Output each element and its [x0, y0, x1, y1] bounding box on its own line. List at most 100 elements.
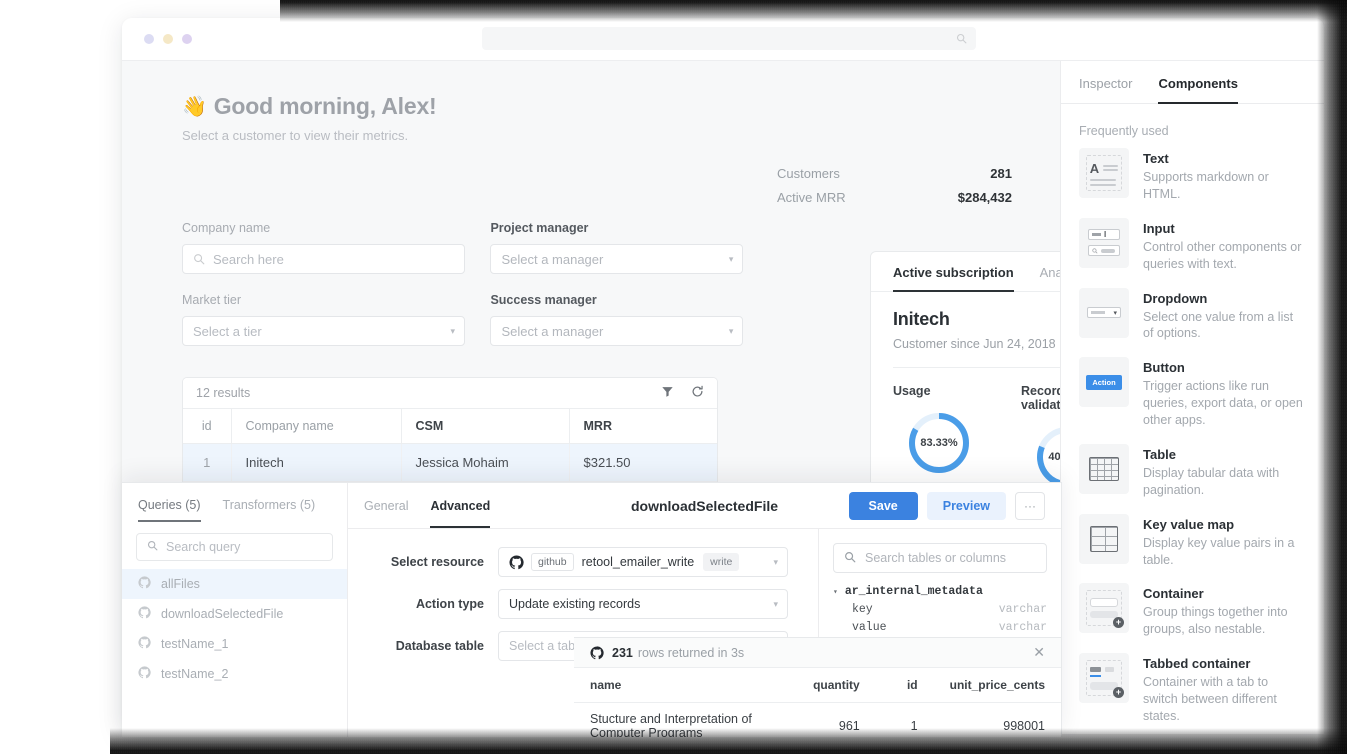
results-cell-name: Stucture and Interpretation of Computer …: [590, 712, 752, 737]
query-results-panel: 231 rows returned in 3s ✕ name quantity …: [574, 637, 1061, 737]
query-search-input[interactable]: Search query: [136, 533, 333, 561]
component-description: Container with a tab to switch between d…: [1143, 675, 1277, 723]
results-column-quantity[interactable]: quantity: [783, 668, 876, 703]
table-row[interactable]: 1 Initech Jessica Mohaim $321.50: [183, 443, 717, 482]
dropdown-component-icon: ▾: [1079, 287, 1129, 338]
maximize-window-icon[interactable]: [182, 34, 192, 44]
filter-fields: Company name Search here Market tier Sel…: [182, 221, 782, 365]
search-icon: [193, 253, 205, 265]
results-status-text: rows returned in 3s: [637, 645, 745, 660]
query-list-item-testname-2[interactable]: testName_2: [122, 659, 347, 689]
component-name: Container: [1143, 586, 1204, 602]
results-column-unit-price-cents[interactable]: unit_price_cents: [933, 668, 1061, 703]
component-item-button[interactable]: Action Button Trigger actions like run q…: [1079, 357, 1306, 429]
tabbed-container-component-icon: +: [1079, 653, 1129, 704]
components-list[interactable]: A Text Supports markdown or HTML. I Inpu…: [1061, 148, 1324, 734]
field-action-type: Action type Update existing records ▾: [348, 589, 818, 619]
select-success-manager[interactable]: Select a manager ▾: [490, 316, 744, 346]
window-titlebar: [122, 18, 1324, 61]
usage-percent-label: 83.33%: [920, 437, 958, 449]
search-input-company-name[interactable]: Search here: [182, 244, 465, 274]
chevron-down-icon[interactable]: ▾: [833, 587, 838, 597]
text-component-icon: A: [1079, 148, 1129, 198]
results-column-id[interactable]: id: [875, 668, 934, 703]
results-row-count: 231: [612, 645, 633, 660]
component-item-table[interactable]: Table Display tabular data with paginati…: [1079, 443, 1306, 499]
save-button[interactable]: Save: [848, 491, 918, 520]
query-list-item-testname-1[interactable]: testName_1: [122, 629, 347, 659]
schema-column[interactable]: key varchar: [833, 603, 1047, 616]
right-panel-tabs: Inspector Components: [1061, 61, 1324, 104]
select-placeholder: Select a manager: [501, 323, 604, 339]
minimize-window-icon[interactable]: [163, 34, 173, 44]
component-item-key-value-map[interactable]: Key value map Display key value pairs in…: [1079, 513, 1306, 569]
column-header-company-name[interactable]: Company name: [231, 409, 402, 444]
field-select-resource: Select resource github retool_emailer_wr…: [348, 547, 818, 577]
results-column-name[interactable]: name: [574, 668, 784, 703]
component-description: Trigger actions like run queries, export…: [1143, 379, 1303, 427]
page-title: 👋 Good morning, Alex!: [182, 93, 1060, 120]
greeting-text: Good morning, Alex!: [213, 93, 437, 119]
preview-button[interactable]: Preview: [926, 491, 1006, 520]
column-type: varchar: [998, 621, 1047, 634]
tab-advanced[interactable]: Advanced: [430, 483, 490, 528]
greeting-block: 👋 Good morning, Alex! Select a customer …: [122, 61, 1060, 143]
tab-components[interactable]: Components: [1158, 61, 1239, 104]
tab-transformers[interactable]: Transformers (5): [223, 483, 316, 522]
field-label: Database table: [395, 639, 484, 653]
component-item-text[interactable]: A Text Supports markdown or HTML.: [1079, 148, 1306, 203]
tab-inspector[interactable]: Inspector: [1079, 61, 1132, 103]
component-description: Display tabular data with pagination.: [1143, 465, 1280, 497]
component-item-dropdown[interactable]: ▾ Dropdown Select one value from a list …: [1079, 287, 1306, 343]
close-icon[interactable]: ✕: [1033, 644, 1045, 661]
chevron-down-icon: ▾: [728, 253, 734, 264]
column-header-id[interactable]: id: [183, 409, 232, 444]
tab-active-subscription[interactable]: Active subscription: [893, 252, 1014, 292]
chevron-down-icon: ▾: [450, 325, 455, 336]
resource-permission-badge: write: [703, 553, 740, 571]
query-list-item-downloadselectedfile[interactable]: downloadSelectedFile: [122, 599, 347, 629]
query-name: testName_1: [161, 637, 229, 651]
chevron-down-icon: ▾: [773, 598, 778, 609]
action-type-select[interactable]: Update existing records ▾: [498, 589, 788, 619]
field-label: Select resource: [390, 555, 484, 569]
component-item-container[interactable]: + Container Group things together into g…: [1079, 583, 1306, 638]
query-results-table: name quantity id unit_price_cents Stuctu…: [574, 668, 1061, 737]
more-options-button[interactable]: ···: [1015, 491, 1045, 520]
resource-select[interactable]: github retool_emailer_write write ▾: [498, 547, 788, 577]
filter-icon[interactable]: [661, 385, 674, 401]
select-market-tier[interactable]: Select a tier ▾: [182, 316, 465, 346]
omnibox-search-field[interactable]: [482, 27, 976, 50]
query-list-item-allfiles[interactable]: allFiles: [122, 569, 347, 599]
schema-search-input[interactable]: Search tables or columns: [833, 543, 1047, 573]
table-toolbar: 12 results: [183, 378, 717, 409]
results-row[interactable]: Stucture and Interpretation of Computer …: [574, 703, 1061, 737]
field-label: Action type: [415, 597, 484, 611]
metric-title: Usage: [893, 384, 931, 398]
close-window-icon[interactable]: [144, 34, 154, 44]
records-validated-percent-label: 40.78%: [1048, 451, 1060, 463]
component-description: Control other components or queries with…: [1143, 239, 1302, 271]
tab-general[interactable]: General: [364, 483, 408, 528]
screenshot-root: 👋 Good morning, Alex! Select a customer …: [0, 0, 1347, 754]
component-item-input[interactable]: I Input Control other components or quer…: [1079, 217, 1306, 273]
chevron-down-icon: ▾: [728, 325, 734, 336]
select-placeholder: Select a manager: [501, 251, 604, 267]
traffic-light-buttons[interactable]: [144, 34, 192, 44]
schema-column[interactable]: value varchar: [833, 621, 1047, 634]
component-name: Key value map: [1143, 516, 1235, 532]
column-header-csm[interactable]: CSM: [401, 409, 570, 444]
resource-type-tag: github: [531, 553, 574, 571]
schema-table-node[interactable]: ▾ ar_internal_metadata: [833, 585, 1047, 598]
select-project-manager[interactable]: Select a manager ▾: [490, 244, 744, 274]
chevron-down-icon: ▾: [773, 556, 778, 567]
component-name: Text: [1143, 151, 1169, 166]
search-icon: [147, 540, 158, 554]
column-type: varchar: [998, 603, 1047, 616]
component-item-tabbed-container[interactable]: + Tabbed container Container with a tab …: [1079, 653, 1306, 725]
container-component-icon: +: [1079, 583, 1129, 634]
tab-analytics[interactable]: Analytics: [1040, 252, 1060, 291]
tab-queries[interactable]: Queries (5): [138, 483, 201, 522]
column-header-mrr[interactable]: MRR: [569, 409, 717, 444]
refresh-icon[interactable]: [691, 385, 704, 401]
